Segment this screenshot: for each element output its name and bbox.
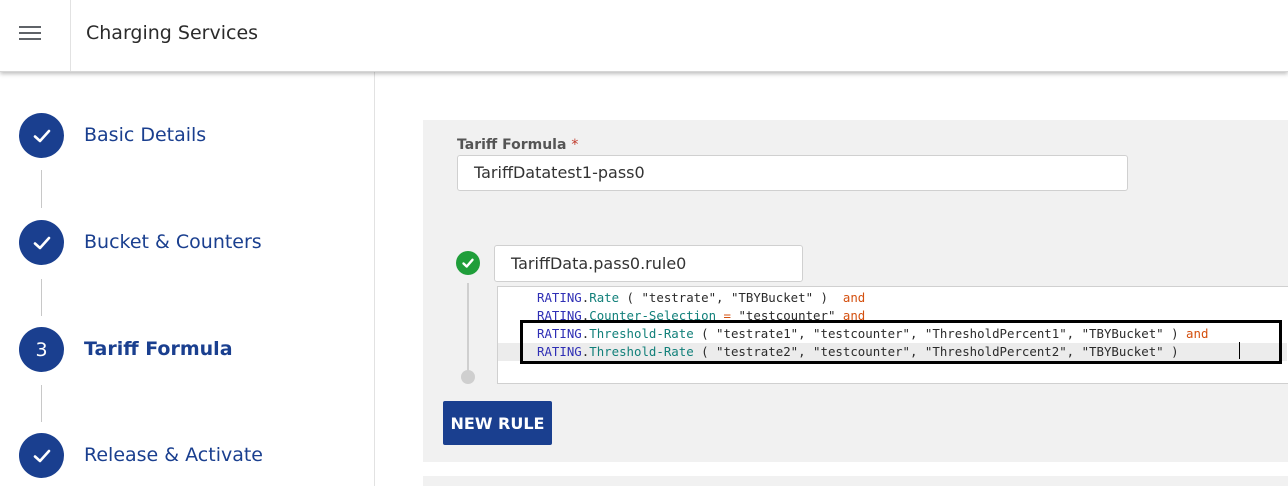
step-number: 3 — [19, 327, 64, 372]
code-line: RATING.Counter-Selection = "testcounter"… — [537, 308, 866, 323]
rule-name-input[interactable]: TariffData.pass0.rule0 — [494, 245, 803, 282]
required-marker: * — [571, 137, 579, 153]
check-icon — [19, 220, 64, 265]
new-rule-button[interactable]: NEW RULE — [443, 401, 552, 445]
code-line: RATING.Rate ( "testrate", "TBYBucket" ) … — [537, 290, 866, 305]
tariff-formula-input[interactable]: TariffDatatest1-pass0 — [457, 155, 1128, 191]
step-label: Tariff Formula — [84, 338, 233, 360]
rule-code-editor[interactable]: RATING.Rate ( "testrate", "TBYBucket" ) … — [497, 286, 1288, 384]
rule-timeline-line — [467, 283, 469, 375]
step-label: Basic Details — [84, 124, 207, 146]
code-line: RATING.Threshold-Rate ( "testrate1", "te… — [537, 326, 1209, 341]
check-circle-icon — [456, 251, 480, 275]
step-label: Release & Activate — [84, 444, 263, 466]
step-connector — [41, 385, 42, 422]
app-header: Charging Services — [0, 0, 1288, 72]
check-icon — [19, 433, 64, 478]
text-caret — [1239, 342, 1240, 359]
code-line-current: RATING.Threshold-Rate ( "testrate2", "te… — [498, 343, 1287, 361]
hamburger-menu-icon[interactable] — [0, 0, 71, 71]
rule-timeline-dot — [461, 370, 475, 384]
next-panel — [423, 476, 1288, 486]
check-icon — [19, 113, 64, 158]
step-connector — [41, 170, 42, 208]
app-title: Charging Services — [86, 22, 259, 44]
tariff-formula-label: Tariff Formula * — [457, 137, 579, 153]
step-connector — [41, 279, 42, 316]
step-label: Bucket & Counters — [84, 231, 262, 253]
